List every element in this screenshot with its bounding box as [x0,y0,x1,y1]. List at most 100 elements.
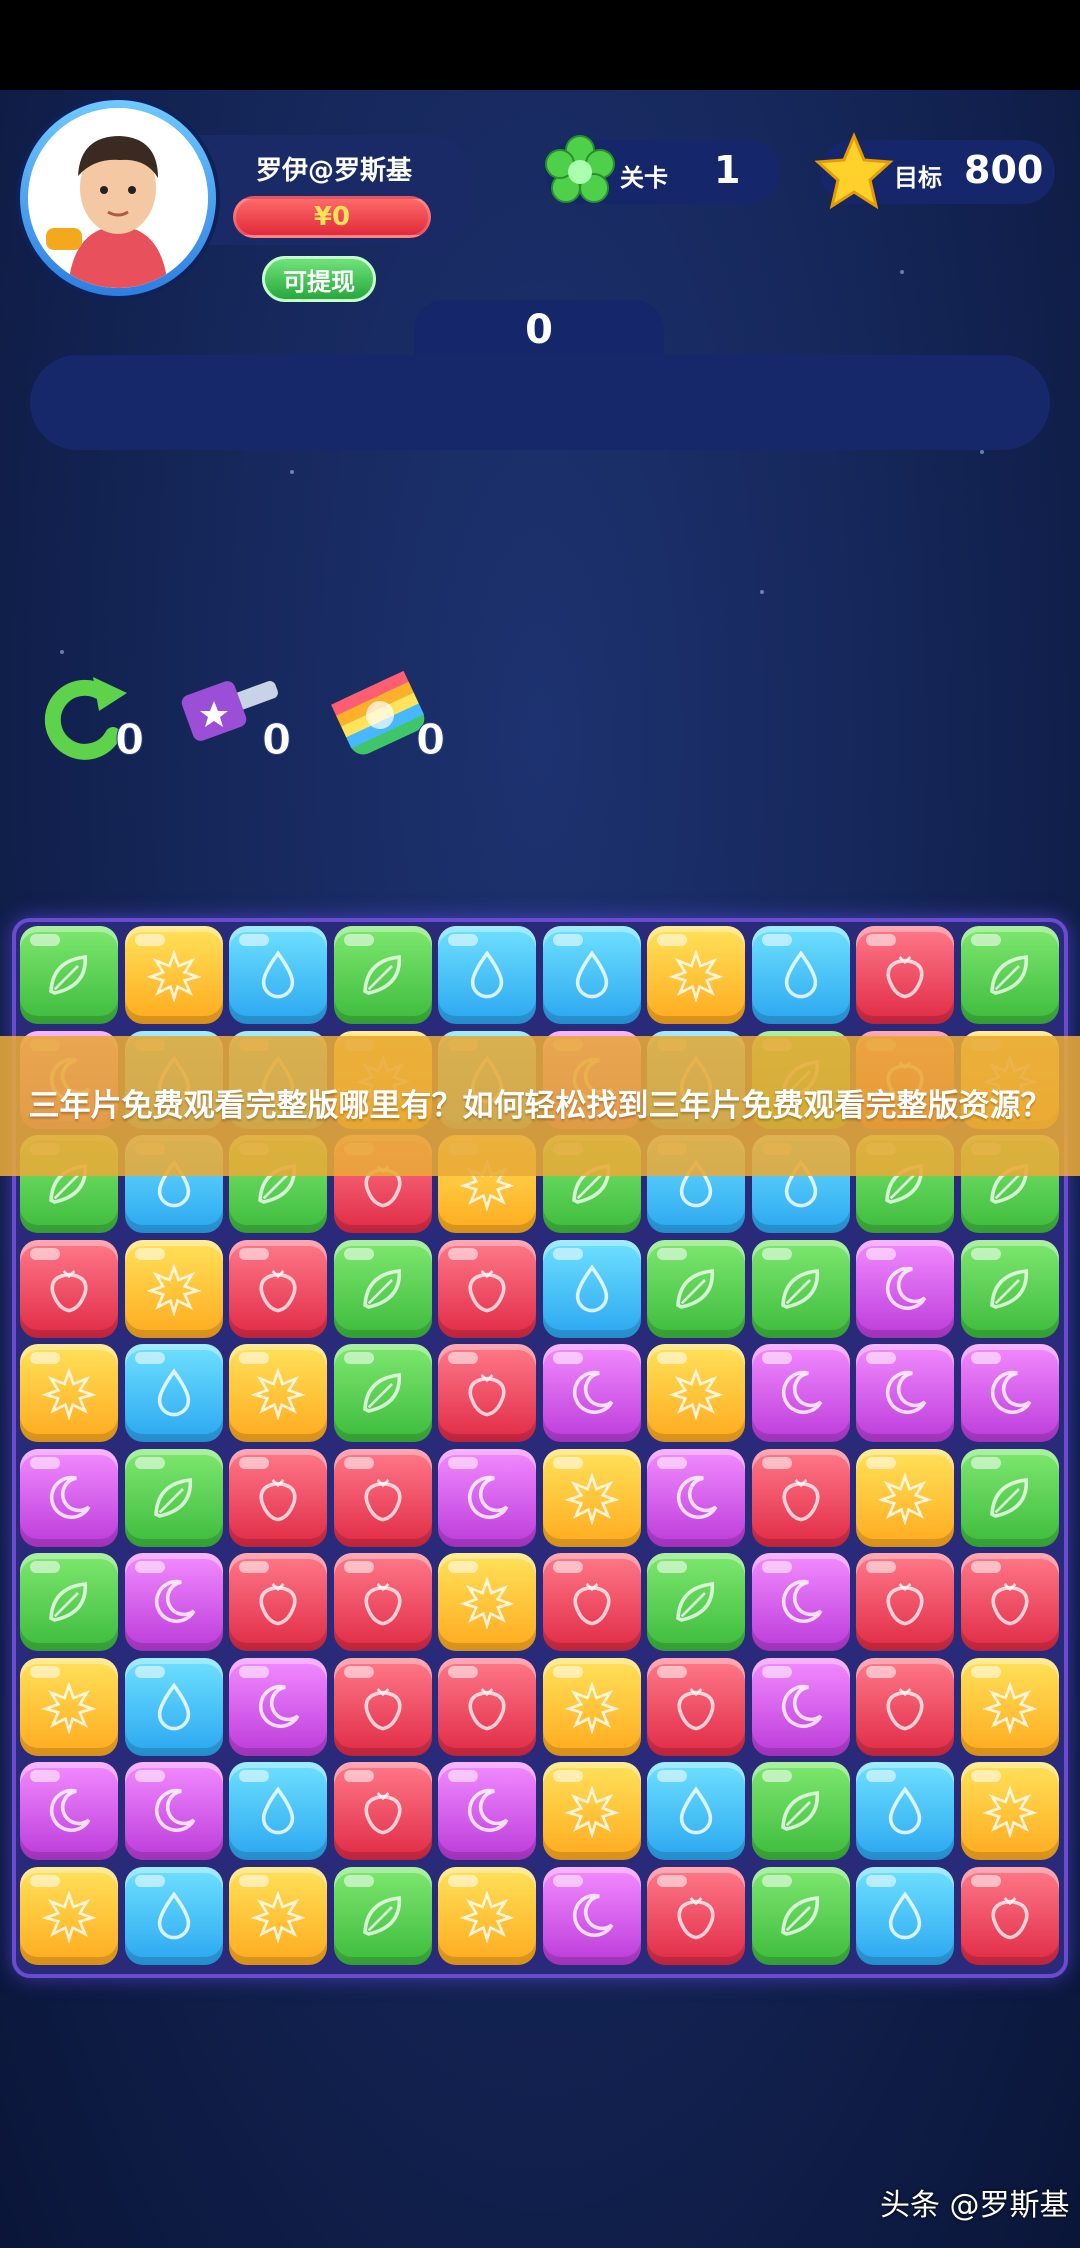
tile-yellow[interactable] [960,1657,1059,1756]
tile-red[interactable] [856,926,954,1024]
tile-purple[interactable] [438,1762,536,1860]
tile-blue[interactable] [229,926,327,1024]
tile-yellow[interactable] [647,926,745,1024]
tile-purple[interactable] [20,1762,118,1860]
tile-blue[interactable] [751,926,850,1024]
tile-purple[interactable] [960,1344,1059,1442]
tile-blue[interactable] [542,926,641,1024]
tile-red[interactable] [856,1657,954,1756]
hammer-tool[interactable]: 0 [178,665,318,775]
tile-red[interactable] [542,1553,641,1651]
tile-red[interactable] [333,1448,432,1547]
rainbow-tool[interactable]: 0 [330,665,470,775]
moon-icon [990,1370,1031,1415]
tile-yellow[interactable] [542,1657,641,1756]
tile-green[interactable] [20,1553,118,1651]
tile-yellow[interactable] [124,1239,223,1338]
leaf-icon [780,1268,819,1309]
tile-blue[interactable] [647,1762,745,1860]
tile-red[interactable] [229,1448,327,1547]
tile-purple[interactable] [751,1553,850,1651]
sun-icon [564,1785,619,1838]
leaf-icon [989,1268,1028,1309]
tile-green[interactable] [751,1866,850,1965]
tile-yellow[interactable] [542,1448,641,1547]
tile-purple[interactable] [229,1657,327,1756]
tile-red[interactable] [333,1553,432,1651]
tile-green[interactable] [647,1239,745,1338]
tile-purple[interactable] [751,1657,850,1756]
tile-green[interactable] [333,926,432,1024]
tile-yellow[interactable] [542,1762,641,1860]
tile-green[interactable] [333,1239,432,1338]
tile-blue[interactable] [124,1344,223,1442]
refresh-tool[interactable]: 0 [35,665,175,775]
tile-purple[interactable] [542,1344,641,1442]
tile-blue[interactable] [542,1239,641,1338]
refresh-count: 0 [114,715,145,765]
tile-red[interactable] [229,1553,327,1651]
tile-blue[interactable] [229,1762,327,1860]
tile-blue[interactable] [856,1866,954,1965]
tile-green[interactable] [20,926,118,1024]
tile-green[interactable] [751,1762,850,1860]
tile-green[interactable] [124,1448,223,1547]
tile-red[interactable] [438,1239,536,1338]
tile-yellow[interactable] [960,1762,1059,1860]
tile-green[interactable] [333,1866,432,1965]
tile-red[interactable] [333,1762,432,1860]
score-display: 0 [414,300,664,360]
tile-green[interactable] [960,1448,1059,1547]
tile-yellow[interactable] [229,1866,327,1965]
tile-blue[interactable] [124,1657,223,1756]
tile-yellow[interactable] [20,1657,118,1756]
withdraw-button[interactable]: 可提现 [262,256,376,302]
tile-red[interactable] [960,1553,1059,1651]
goal-value: 800 [964,148,1044,192]
tile-blue[interactable] [856,1762,954,1860]
tile-purple[interactable] [856,1344,954,1442]
tile-yellow[interactable] [438,1866,536,1965]
tile-purple[interactable] [856,1239,954,1338]
tile-yellow[interactable] [20,1866,118,1965]
drop-icon [784,950,817,999]
tile-yellow[interactable] [124,926,223,1024]
tile-purple[interactable] [647,1448,745,1547]
tile-yellow[interactable] [20,1344,118,1442]
tile-yellow[interactable] [647,1344,745,1442]
tile-green[interactable] [751,1239,850,1338]
tile-green[interactable] [960,1239,1059,1338]
tile-purple[interactable] [124,1553,223,1651]
tile-red[interactable] [438,1657,536,1756]
tile-green[interactable] [647,1553,745,1651]
article-title-banner: 三年片免费观看完整版哪里有？如何轻松找到三年片免费观看完整版资源？ [0,1036,1080,1176]
tile-red[interactable] [647,1657,745,1756]
tile-green[interactable] [960,926,1059,1024]
tile-yellow[interactable] [229,1344,327,1442]
sun-icon [146,949,201,1002]
tile-blue[interactable] [438,926,536,1024]
tile-yellow[interactable] [438,1553,536,1651]
tile-red[interactable] [20,1239,118,1338]
tile-purple[interactable] [438,1448,536,1547]
strawberry-icon [259,1269,297,1312]
tile-yellow[interactable] [856,1448,954,1547]
tile-purple[interactable] [124,1762,223,1860]
tile-red[interactable] [438,1344,536,1442]
tile-red[interactable] [333,1657,432,1756]
tile-purple[interactable] [20,1448,118,1547]
tile-red[interactable] [856,1553,954,1651]
drop-icon [575,950,608,999]
moon-icon [467,1788,509,1833]
tile-red[interactable] [647,1866,745,1965]
tile-red[interactable] [751,1448,850,1547]
moon-icon [154,1579,195,1624]
tile-purple[interactable] [751,1344,850,1442]
tile-purple[interactable] [542,1866,641,1965]
tile-red[interactable] [960,1866,1059,1965]
tile-green[interactable] [333,1344,432,1442]
tile-red[interactable] [229,1239,327,1338]
avatar[interactable] [20,100,216,296]
tile-blue[interactable] [124,1866,223,1965]
moon-icon [49,1788,91,1833]
